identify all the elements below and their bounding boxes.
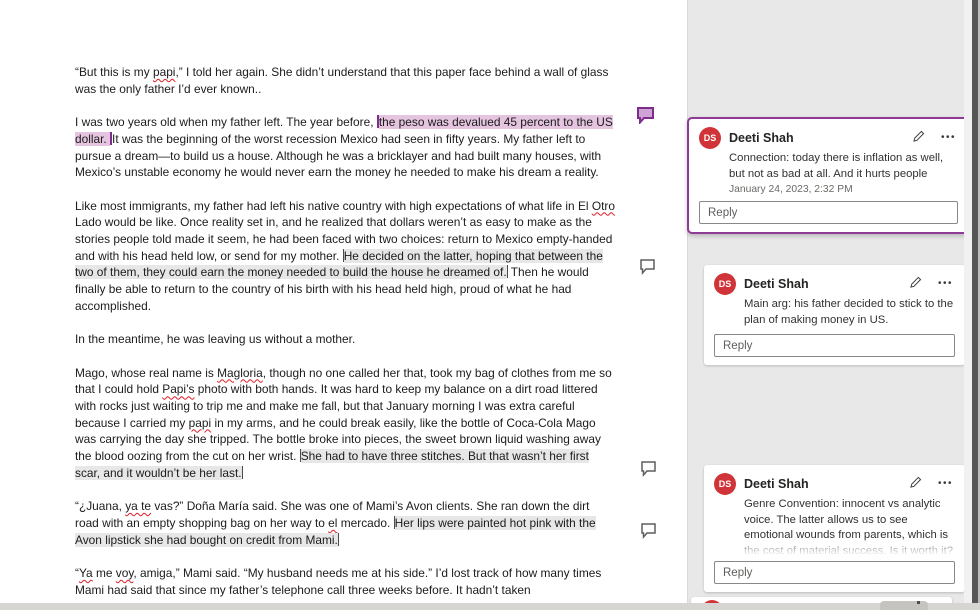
avatar: DS <box>714 473 736 495</box>
comment-text: Genre Convention: innocent vs analytic v… <box>744 498 955 555</box>
paragraph: Like most immigrants, my father had left… <box>75 198 615 315</box>
comment-card[interactable]: DS Deeti Shah ••• Genre Convention: innocen… <box>704 465 965 592</box>
paragraph: “¿Juana, ya te vas?” Doña María said. Sh… <box>75 498 615 548</box>
text-run: papi <box>152 65 176 79</box>
more-options-ellipsis-icon[interactable]: ••• <box>941 133 956 143</box>
taskbar-dot <box>917 601 920 604</box>
paragraph: “Ya me voy, amiga,” Mami said. “My husba… <box>75 565 615 598</box>
text-run: Papi’s <box>162 382 195 397</box>
comment-anchor-icon[interactable] <box>640 460 660 478</box>
selection-anchor-bar <box>241 465 243 479</box>
comment-actions: ••• <box>912 129 958 147</box>
reply-box <box>714 334 955 357</box>
avatar: DS <box>699 127 721 149</box>
text-run: “But this is my <box>75 65 153 79</box>
comment-anchor-icon[interactable] <box>639 258 659 276</box>
comment-author: Deeti Shah <box>744 277 809 291</box>
edit-comment-pencil-icon[interactable] <box>912 129 926 147</box>
text-run: Ya <box>78 566 93 580</box>
text-run: voy <box>115 566 134 580</box>
comment-anchor-icon[interactable] <box>636 106 656 124</box>
more-options-ellipsis-icon[interactable]: ••• <box>938 279 953 289</box>
text-run: I was two years old when my father left.… <box>75 115 377 130</box>
paragraph: In the meantime, he was leaving us witho… <box>75 331 615 348</box>
comment-actions: ••• <box>909 275 955 293</box>
document-page[interactable]: “But this is my papi,” I told her again.… <box>0 0 687 610</box>
taskbar-peek <box>880 601 928 610</box>
reply-box <box>714 561 955 584</box>
selection-anchor-bar <box>337 532 339 546</box>
text-run: “¿Juana, <box>75 499 126 514</box>
edit-comment-pencil-icon[interactable] <box>909 475 923 493</box>
comment-card[interactable]: DS Deeti Shah ••• Connection: today there i… <box>687 117 970 234</box>
comment-header: DS Deeti Shah ••• <box>714 273 955 295</box>
comment-anchor-icon[interactable] <box>640 522 660 540</box>
text-run: papi <box>188 415 212 430</box>
bottom-edge <box>0 603 980 610</box>
paragraph: “But this is my papi,” I told her again.… <box>75 64 615 97</box>
text-run: Magloria <box>217 365 263 380</box>
comment-header: DS Deeti Shah ••• <box>699 127 958 149</box>
reply-input[interactable] <box>714 334 955 357</box>
text-run: In the meantime, he was leaving us witho… <box>75 332 356 347</box>
paragraph: I was two years old when my father left.… <box>75 114 615 181</box>
text-run: ya te <box>125 499 152 514</box>
text-run: Otro <box>591 198 615 213</box>
text-run: Mago, whose real name is <box>75 365 218 380</box>
comments-panel: DS Deeti Shah ••• Connection: today there i… <box>687 0 970 610</box>
reply-input[interactable] <box>699 201 958 224</box>
reply-input[interactable] <box>714 561 955 584</box>
text-run: It was the beginning of the worst recess… <box>75 131 602 180</box>
avatar: DS <box>714 273 736 295</box>
comment-author: Deeti Shah <box>729 131 794 145</box>
text-run: me <box>92 566 116 580</box>
text-run: , amiga,” Mami said. “My husband needs m… <box>75 566 602 597</box>
edit-comment-pencil-icon[interactable] <box>909 275 923 293</box>
text-run: Like most immigrants, my father had left… <box>75 198 592 213</box>
comment-text: Connection: today there is inflation as … <box>729 152 944 180</box>
comment-card[interactable]: DS Deeti Shah ••• Main arg: his father deci… <box>704 265 965 365</box>
document-text: “But this is my papi,” I told her again.… <box>75 64 615 610</box>
paragraph: Mago, whose real name is Magloria, thoug… <box>75 365 615 482</box>
word-review-view: “But this is my papi,” I told her again.… <box>0 0 980 610</box>
comment-author: Deeti Shah <box>744 477 809 491</box>
text-run: mercado. <box>337 515 394 530</box>
comment-timestamp: January 24, 2023, 2:32 PM <box>729 184 853 195</box>
comment-actions: ••• <box>909 475 955 493</box>
reply-box <box>699 201 958 224</box>
comment-text: Main arg: his father decided to stick to… <box>744 298 954 326</box>
more-options-ellipsis-icon[interactable]: ••• <box>938 479 953 489</box>
comment-header: DS Deeti Shah ••• <box>714 473 955 495</box>
